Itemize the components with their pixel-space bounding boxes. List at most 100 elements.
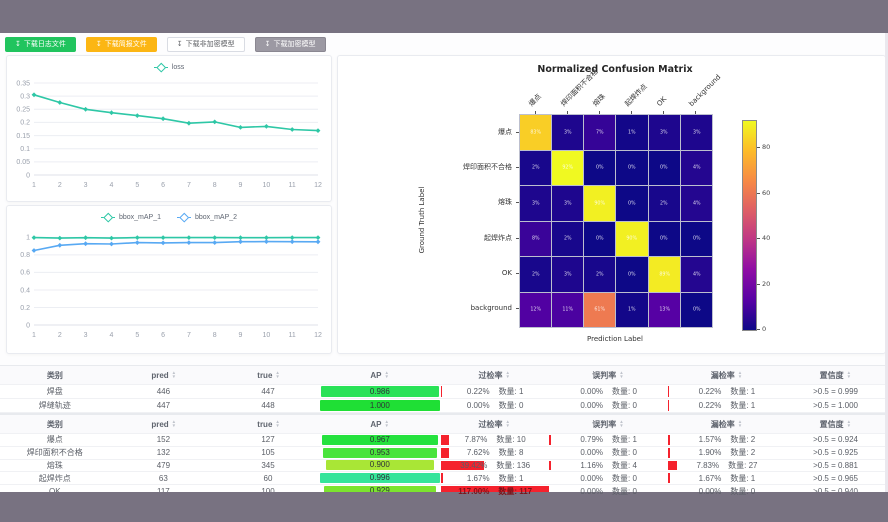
column-header-AP[interactable]: AP▲▼: [319, 366, 439, 384]
column-header-过检率[interactable]: 过检率▲▼: [440, 415, 549, 433]
matrix-xaxis-label: Prediction Label: [587, 335, 643, 343]
sort-icon[interactable]: ▲▼: [847, 420, 851, 427]
sort-icon[interactable]: ▲▼: [506, 420, 510, 427]
cell-class-name: 焊缝轨迹: [0, 399, 110, 412]
column-header-true[interactable]: true▲▼: [218, 415, 320, 433]
class-metrics-table: 类别pred▲▼true▲▼AP▲▼过检率▲▼误判率▲▼漏检率▲▼置信度▲▼爆点…: [0, 414, 885, 499]
svg-text:0.8: 0.8: [20, 252, 30, 259]
column-header-漏检率[interactable]: 漏检率▲▼: [667, 415, 786, 433]
cell-mis-rate: 0.00%数量: 0: [549, 472, 667, 484]
column-header-过检率[interactable]: 过检率▲▼: [440, 366, 549, 384]
column-header-置信度[interactable]: 置信度▲▼: [786, 415, 885, 433]
matrix-row-label: 焊印面积不合格: [400, 163, 512, 171]
sort-icon[interactable]: ▲▼: [384, 420, 388, 427]
button-label: 下载简报文件: [105, 41, 147, 48]
sort-icon[interactable]: ▲▼: [619, 371, 623, 378]
svg-text:6: 6: [161, 332, 165, 339]
heatmap-cell: 2%: [520, 257, 551, 292]
loss-chart-card: loss 00.050.10.150.20.250.30.35123456789…: [6, 55, 332, 202]
svg-text:3: 3: [84, 182, 88, 189]
column-header-pred[interactable]: pred▲▼: [110, 366, 218, 384]
cell-true: 448: [217, 399, 319, 412]
column-header-true[interactable]: true▲▼: [218, 366, 320, 384]
svg-text:5: 5: [135, 182, 139, 189]
rate-bar: [549, 435, 551, 445]
heatmap-cell: 0%: [681, 222, 712, 257]
heatmap-cell: 0%: [649, 222, 680, 257]
rate-bar: [441, 448, 449, 458]
heatmap-cell: 3%: [552, 257, 583, 292]
heatmap-cell: 0%: [649, 151, 680, 186]
legend-item-bbox_mAP_1[interactable]: bbox_mAP_1: [101, 213, 161, 222]
svg-text:5: 5: [135, 332, 139, 339]
loss-chart-plot: 00.050.10.150.20.250.30.3512345678910111…: [7, 75, 329, 204]
download-icon: ↧: [265, 41, 271, 48]
cell-confidence: >0.5 = 0.881: [786, 460, 885, 472]
cell-confidence: >0.5 = 0.924: [786, 434, 885, 446]
rate-bar: [668, 386, 670, 397]
cell-miss-rate: 1.57%数量: 2: [668, 434, 786, 446]
loss-chart-legend: loss: [7, 59, 331, 75]
download-plain-model-button[interactable]: ↧ 下载非加密模型: [167, 37, 245, 52]
colorbar-tick-label: 20: [762, 280, 770, 288]
cell-over-rate: 7.87%数量: 10: [441, 434, 550, 446]
svg-text:10: 10: [263, 332, 271, 339]
cell-miss-rate: 7.83%数量: 27: [668, 460, 786, 472]
heatmap-cell: 4%: [681, 186, 712, 221]
download-report-button[interactable]: ↧ 下载简报文件: [86, 37, 157, 52]
column-header-漏检率[interactable]: 漏检率▲▼: [667, 366, 786, 384]
sort-icon[interactable]: ▲▼: [847, 371, 851, 378]
cell-over-rate: 7.62%数量: 8: [441, 447, 550, 459]
cell-ap: 0.986: [319, 385, 441, 398]
rate-bar: [668, 448, 670, 458]
download-encrypted-model-button[interactable]: ↧ 下载加密模型: [255, 37, 326, 52]
sort-icon[interactable]: ▲▼: [275, 371, 279, 378]
rate-bar: [668, 400, 670, 411]
table-row: 焊印面积不合格1321050.9537.62%数量: 80.00%数量: 01.…: [0, 447, 885, 460]
cell-class-name: 起焊炸点: [0, 472, 110, 484]
column-header-置信度[interactable]: 置信度▲▼: [786, 366, 885, 384]
column-header-误判率[interactable]: 误判率▲▼: [549, 366, 668, 384]
cell-mis-rate: 0.00%数量: 0: [549, 399, 667, 412]
cell-true: 105: [217, 447, 319, 459]
legend-item-loss[interactable]: loss: [154, 63, 184, 72]
svg-text:10: 10: [263, 182, 271, 189]
svg-text:0.35: 0.35: [16, 80, 30, 87]
table-row: 起焊炸点63600.9961.67%数量: 10.00%数量: 01.67%数量…: [0, 472, 885, 485]
table-row: 熔珠4793450.90039.42%数量: 1361.16%数量: 47.83…: [0, 460, 885, 473]
sort-icon[interactable]: ▲▼: [738, 420, 742, 427]
rate-bar: [668, 461, 677, 471]
legend-item-bbox_mAP_2[interactable]: bbox_mAP_2: [177, 213, 237, 222]
column-header-误判率[interactable]: 误判率▲▼: [549, 415, 668, 433]
cell-miss-rate: 0.22%数量: 1: [668, 385, 786, 398]
bbox-map-chart-svg: 00.20.40.60.81123456789101112: [7, 225, 329, 349]
column-header-AP[interactable]: AP▲▼: [319, 415, 439, 433]
sort-icon[interactable]: ▲▼: [738, 371, 742, 378]
sort-icon[interactable]: ▲▼: [619, 420, 623, 427]
cell-miss-rate: 1.67%数量: 1: [668, 472, 786, 484]
heatmap-cell: 3%: [552, 115, 583, 150]
summary-metrics-table: 类别pred▲▼true▲▼AP▲▼过检率▲▼误判率▲▼漏检率▲▼置信度▲▼焊盘…: [0, 365, 885, 414]
cell-pred: 132: [110, 447, 218, 459]
svg-text:0.6: 0.6: [20, 270, 30, 277]
cell-true: 60: [217, 472, 319, 484]
sort-icon[interactable]: ▲▼: [172, 420, 176, 427]
sort-icon[interactable]: ▲▼: [384, 371, 388, 378]
svg-text:11: 11: [289, 182, 296, 189]
svg-text:8: 8: [213, 182, 217, 189]
matrix-row-label: background: [400, 304, 512, 312]
cell-class-name: 爆点: [0, 434, 110, 446]
sort-icon[interactable]: ▲▼: [506, 371, 510, 378]
heatmap-cell: 89%: [649, 257, 680, 292]
column-header-pred[interactable]: pred▲▼: [110, 415, 218, 433]
table-row: 焊缝轨迹4474481.0000.00%数量: 00.00%数量: 00.22%…: [0, 399, 885, 413]
sort-icon[interactable]: ▲▼: [275, 420, 279, 427]
download-log-button[interactable]: ↧ 下载日志文件: [5, 37, 76, 52]
matrix-yaxis-label: Ground Truth Label: [418, 187, 426, 254]
svg-text:9: 9: [239, 332, 243, 339]
download-icon: ↧: [96, 41, 102, 48]
cell-confidence: >0.5 = 0.965: [786, 472, 885, 484]
matrix-col-label: OK: [655, 95, 668, 108]
rate-bar: [441, 386, 443, 397]
sort-icon[interactable]: ▲▼: [172, 371, 176, 378]
